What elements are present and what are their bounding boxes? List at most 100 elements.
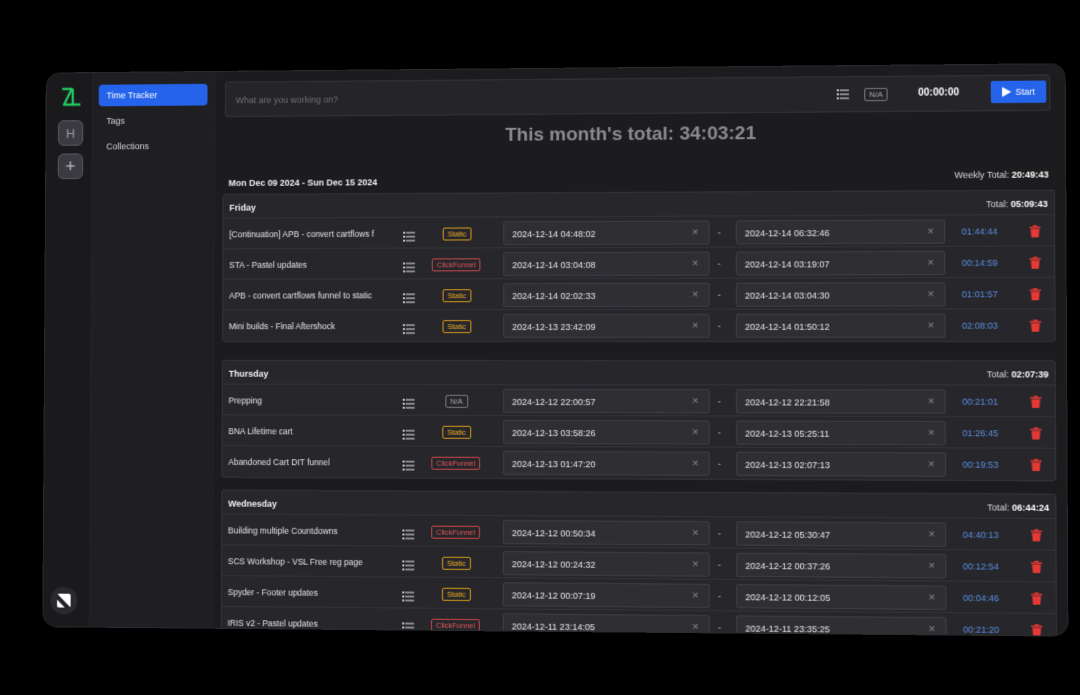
add-workspace-button[interactable]: + bbox=[57, 153, 84, 180]
clear-icon[interactable]: × bbox=[928, 560, 935, 572]
start-time-field[interactable]: 2024-12-12 00:50:34 × bbox=[502, 520, 710, 546]
trash-icon[interactable] bbox=[1029, 287, 1041, 305]
trash-icon[interactable] bbox=[1030, 426, 1042, 444]
entry-tag[interactable]: N/A bbox=[445, 394, 468, 408]
list-icon[interactable] bbox=[402, 526, 415, 544]
clear-icon[interactable]: × bbox=[692, 258, 698, 270]
clear-icon[interactable]: × bbox=[692, 458, 699, 470]
entry-tag[interactable]: ClickFunnel bbox=[431, 258, 481, 272]
entry-tag[interactable]: Static bbox=[442, 320, 472, 334]
list-icon[interactable] bbox=[403, 229, 416, 247]
trash-icon[interactable] bbox=[1031, 623, 1043, 636]
clear-icon[interactable]: × bbox=[928, 427, 935, 439]
clear-icon[interactable]: × bbox=[927, 226, 934, 238]
list-icon[interactable] bbox=[402, 290, 415, 308]
day-group: Friday Total: 05:09:43 [Continuation] AP… bbox=[221, 189, 1056, 343]
clear-icon[interactable]: × bbox=[928, 320, 935, 332]
trash-icon[interactable] bbox=[1030, 395, 1042, 413]
task-input[interactable]: What are you working on? bbox=[236, 95, 338, 106]
clear-icon[interactable]: × bbox=[692, 527, 699, 539]
clear-icon[interactable]: × bbox=[929, 623, 936, 635]
clear-icon[interactable]: × bbox=[692, 621, 699, 633]
start-time-field[interactable]: 2024-12-14 03:04:08 × bbox=[503, 251, 710, 277]
sidebar-item-collections[interactable]: Collections bbox=[98, 135, 207, 157]
end-time-field[interactable]: 2024-12-12 00:12:05 × bbox=[736, 584, 947, 611]
entry-tag[interactable]: ClickFunnel bbox=[431, 456, 481, 470]
sidebar-item-tags[interactable]: Tags bbox=[99, 109, 208, 131]
clear-icon[interactable]: × bbox=[928, 458, 935, 470]
entry-title[interactable]: Building multiple Countdowns bbox=[228, 525, 394, 536]
clear-icon[interactable]: × bbox=[692, 395, 699, 407]
trash-icon[interactable] bbox=[1029, 319, 1042, 337]
clear-icon[interactable]: × bbox=[928, 529, 935, 541]
list-icon[interactable] bbox=[402, 458, 415, 476]
entry-title[interactable]: Spyder - Footer updates bbox=[228, 587, 394, 598]
start-time-field[interactable]: 2024-12-13 03:58:26 × bbox=[502, 419, 710, 445]
clear-icon[interactable]: × bbox=[692, 320, 698, 332]
entry-tag[interactable]: Static bbox=[442, 556, 471, 570]
end-time-field[interactable]: 2024-12-14 03:04:30 × bbox=[735, 282, 946, 307]
tag-selector[interactable]: N/A bbox=[864, 87, 888, 102]
end-time-field[interactable]: 2024-12-13 02:07:13 × bbox=[736, 451, 947, 477]
trash-icon[interactable] bbox=[1030, 528, 1043, 546]
clear-icon[interactable]: × bbox=[927, 257, 934, 269]
trash-icon[interactable] bbox=[1029, 224, 1041, 242]
sidebar-item-time-tracker[interactable]: Time Tracker bbox=[98, 83, 208, 107]
list-icon[interactable] bbox=[402, 619, 415, 635]
end-time-field[interactable]: 2024-12-14 03:19:07 × bbox=[735, 250, 946, 276]
list-icon[interactable] bbox=[402, 427, 415, 445]
list-icon[interactable] bbox=[402, 588, 415, 606]
list-icon[interactable] bbox=[402, 321, 415, 339]
clear-icon[interactable]: × bbox=[692, 590, 699, 602]
start-time-field[interactable]: 2024-12-12 22:00:57 × bbox=[503, 388, 710, 414]
clear-icon[interactable]: × bbox=[692, 426, 699, 438]
start-time-field[interactable]: 2024-12-11 23:14:05 × bbox=[502, 613, 710, 636]
entry-tag[interactable]: Static bbox=[442, 425, 471, 439]
start-time-field[interactable]: 2024-12-12 00:07:19 × bbox=[502, 582, 710, 609]
clear-icon[interactable]: × bbox=[928, 288, 935, 300]
entry-tag[interactable]: Static bbox=[441, 587, 471, 602]
clear-icon[interactable]: × bbox=[692, 227, 698, 239]
start-time-field[interactable]: 2024-12-13 01:47:20 × bbox=[502, 450, 710, 476]
clear-icon[interactable]: × bbox=[692, 558, 699, 570]
list-icon[interactable] bbox=[402, 557, 415, 575]
end-time-field[interactable]: 2024-12-12 22:21:58 × bbox=[735, 389, 946, 414]
end-time-field[interactable]: 2024-12-13 05:25:11 × bbox=[735, 420, 946, 446]
trash-icon[interactable] bbox=[1030, 591, 1043, 609]
brand-badge[interactable] bbox=[50, 586, 78, 615]
end-time-field[interactable]: 2024-12-11 23:35:25 × bbox=[736, 615, 947, 636]
end-time-field[interactable]: 2024-12-14 06:32:46 × bbox=[735, 219, 946, 245]
clear-icon[interactable]: × bbox=[692, 289, 698, 301]
clear-icon[interactable]: × bbox=[928, 396, 935, 408]
entry-tag[interactable]: Static bbox=[442, 227, 472, 241]
entry-title[interactable]: Prepping bbox=[229, 396, 394, 406]
entry-title[interactable]: Mini builds - Final Aftershock bbox=[229, 321, 394, 331]
start-time-field[interactable]: 2024-12-12 00:24:32 × bbox=[502, 551, 710, 577]
entry-title[interactable]: IRIS v2 - Pastel updates bbox=[228, 618, 394, 629]
start-button[interactable]: Start bbox=[990, 80, 1047, 104]
start-time-field[interactable]: 2024-12-14 04:48:02 × bbox=[503, 220, 710, 246]
end-time-field[interactable]: 2024-12-12 00:37:26 × bbox=[736, 552, 947, 579]
list-icon[interactable] bbox=[836, 89, 849, 100]
end-time-field[interactable]: 2024-12-14 01:50:12 × bbox=[735, 313, 946, 338]
entry-tag[interactable]: ClickFunnel bbox=[431, 525, 481, 539]
entry-title[interactable]: [Continuation] APB - convert cartflows f bbox=[229, 229, 394, 239]
entry-title[interactable]: Abandoned Cart DIT funnel bbox=[228, 457, 393, 468]
entry-title[interactable]: STA - Pastel updates bbox=[229, 260, 394, 270]
clear-icon[interactable]: × bbox=[929, 592, 936, 604]
entry-tag[interactable]: Static bbox=[442, 289, 472, 303]
entry-title[interactable]: BNA Lifetime cart bbox=[228, 426, 393, 436]
entry-title[interactable]: APB - convert cartflows funnel to static bbox=[229, 290, 394, 300]
end-time-field[interactable]: 2024-12-12 05:30:47 × bbox=[736, 521, 947, 547]
trash-icon[interactable] bbox=[1030, 458, 1042, 476]
trash-icon[interactable] bbox=[1030, 560, 1043, 578]
workspace-button[interactable]: H bbox=[57, 120, 84, 146]
entry-title[interactable]: SCS Workshop - VSL Free reg page bbox=[228, 556, 394, 567]
start-time-field[interactable]: 2024-12-13 23:42:09 × bbox=[503, 313, 710, 339]
entry-tag[interactable]: ClickFunnel bbox=[430, 618, 480, 633]
start-time-field[interactable]: 2024-12-14 02:02:33 × bbox=[503, 282, 710, 308]
trash-icon[interactable] bbox=[1029, 256, 1041, 274]
list-icon[interactable] bbox=[403, 259, 415, 277]
list-icon[interactable] bbox=[402, 396, 415, 414]
app-logo-icon bbox=[59, 85, 82, 109]
